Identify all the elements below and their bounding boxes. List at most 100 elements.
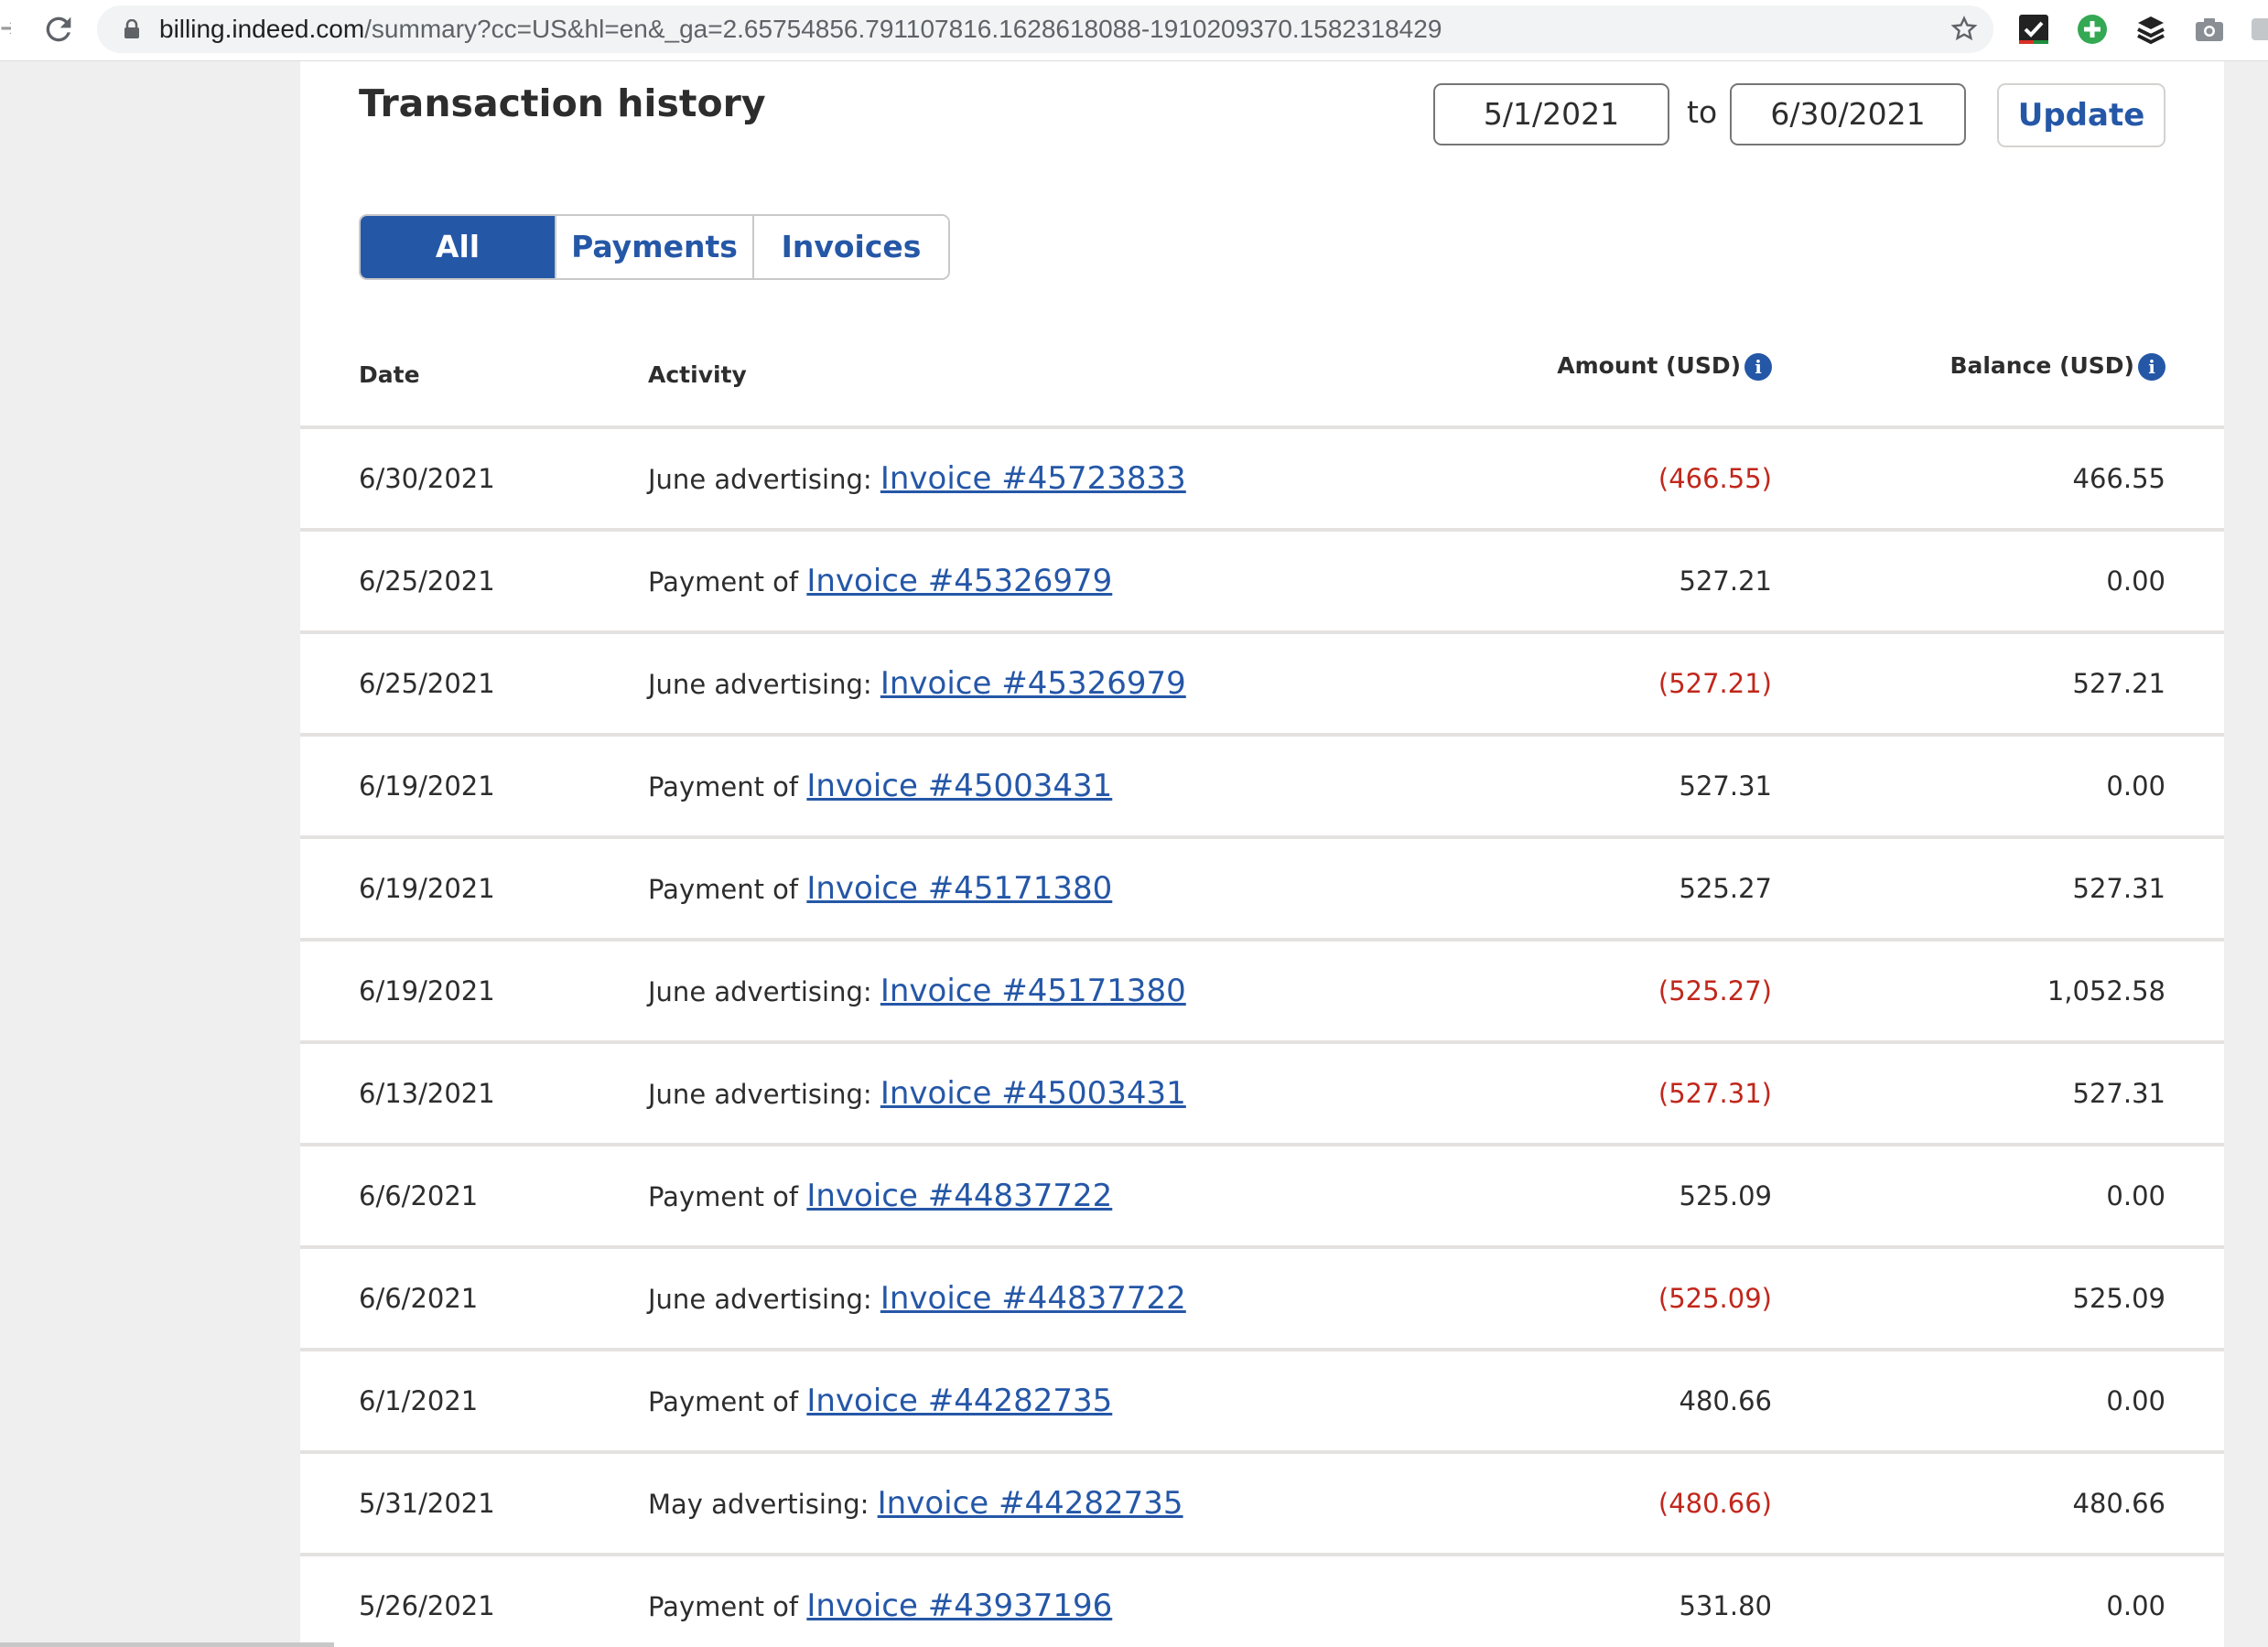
activity-description: May advertising:: [648, 1489, 869, 1520]
transaction-amount: (466.55): [1658, 463, 1772, 494]
transaction-date: 5/26/2021: [359, 1590, 495, 1621]
browser-toolbar: ➔ billing.indeed.com/summary?cc=US&hl=en…: [0, 0, 2268, 61]
transaction-activity: June advertising: Invoice #45723833: [648, 429, 1186, 528]
transaction-activity: Payment of Invoice #44282735: [648, 1351, 1112, 1450]
info-icon[interactable]: i: [1744, 353, 1772, 381]
column-header-date: Date: [359, 361, 420, 388]
transaction-date: 5/31/2021: [359, 1488, 495, 1519]
checklist-extension-icon[interactable]: [2017, 13, 2050, 46]
table-row: 6/19/2021 Payment of Invoice #45003431 527…: [300, 737, 2224, 839]
bookmark-star-icon[interactable]: [1949, 15, 1979, 44]
tab-all[interactable]: All: [361, 216, 555, 278]
transaction-balance: 0.00: [2106, 1590, 2165, 1621]
horizontal-scrollbar[interactable]: [0, 1642, 334, 1647]
activity-description: June advertising:: [648, 1284, 872, 1315]
invoice-link[interactable]: Invoice #45003431: [806, 768, 1112, 804]
transaction-activity: June advertising: Invoice #45171380: [648, 942, 1186, 1040]
invoice-link[interactable]: Invoice #44837722: [880, 1280, 1186, 1317]
transaction-activity: June advertising: Invoice #44837722: [648, 1249, 1186, 1348]
table-row: 6/25/2021 Payment of Invoice #45326979 527…: [300, 532, 2224, 634]
address-bar[interactable]: billing.indeed.com/summary?cc=US&hl=en&_…: [97, 5, 1993, 53]
transaction-activity: Payment of Invoice #43937196: [648, 1556, 1112, 1647]
column-header-activity: Activity: [648, 361, 747, 388]
transaction-filter-tabs: All Payments Invoices: [359, 214, 950, 280]
transaction-date: 6/19/2021: [359, 770, 495, 802]
invoice-link[interactable]: Invoice #45003431: [880, 1075, 1186, 1112]
lock-icon: [124, 19, 139, 38]
end-date-input[interactable]: 6/30/2021: [1730, 83, 1966, 145]
transaction-activity: Payment of Invoice #45003431: [648, 737, 1112, 835]
transaction-balance: 1,052.58: [2047, 975, 2165, 1006]
invoice-link[interactable]: Invoice #43937196: [806, 1588, 1112, 1624]
info-icon[interactable]: i: [2138, 353, 2165, 381]
transaction-date: 6/25/2021: [359, 565, 495, 597]
transaction-activity: Payment of Invoice #44837722: [648, 1146, 1112, 1245]
table-row: 6/6/2021 Payment of Invoice #44837722 525.…: [300, 1146, 2224, 1249]
transaction-activity: June advertising: Invoice #45003431: [648, 1044, 1186, 1143]
camera-extension-icon[interactable]: [2193, 13, 2226, 46]
activity-description: Payment of: [648, 1386, 799, 1417]
transaction-amount: 527.21: [1679, 565, 1772, 597]
invoice-link[interactable]: Invoice #45171380: [806, 870, 1112, 907]
transaction-balance: 466.55: [2072, 463, 2165, 494]
table-row: 6/19/2021 June advertising: Invoice #4517…: [300, 942, 2224, 1044]
page-title: Transaction history: [359, 81, 766, 125]
invoice-link[interactable]: Invoice #44837722: [806, 1178, 1112, 1214]
column-header-amount-label: Amount (USD): [1557, 352, 1741, 379]
reload-icon[interactable]: [40, 11, 77, 48]
transaction-date: 6/19/2021: [359, 975, 495, 1006]
update-button[interactable]: Update: [1997, 83, 2165, 147]
transaction-activity: June advertising: Invoice #45326979: [648, 634, 1186, 733]
layers-extension-icon[interactable]: [2134, 13, 2167, 46]
column-header-balance: Balance (USD) i: [1949, 352, 2165, 381]
add-extension-icon[interactable]: [2076, 13, 2109, 46]
activity-description: Payment of: [648, 1181, 799, 1212]
transaction-balance: 480.66: [2072, 1488, 2165, 1519]
transaction-amount: (527.31): [1658, 1078, 1772, 1109]
forward-arrow-icon[interactable]: ➔: [0, 15, 11, 42]
transaction-date: 6/6/2021: [359, 1283, 479, 1314]
transaction-balance: 0.00: [2106, 1180, 2165, 1211]
table-row: 6/25/2021 June advertising: Invoice #4532…: [300, 634, 2224, 737]
activity-description: June advertising:: [648, 1079, 872, 1110]
table-row: 5/31/2021 May advertising: Invoice #44282…: [300, 1454, 2224, 1556]
transaction-amount: (525.27): [1658, 975, 1772, 1006]
activity-description: Payment of: [648, 566, 799, 597]
activity-description: Payment of: [648, 874, 799, 905]
activity-description: June advertising:: [648, 976, 872, 1007]
table-row: 6/19/2021 Payment of Invoice #45171380 525…: [300, 839, 2224, 942]
start-date-input[interactable]: 5/1/2021: [1433, 83, 1669, 145]
invoice-link[interactable]: Invoice #44282735: [878, 1485, 1183, 1522]
transaction-date: 6/19/2021: [359, 873, 495, 904]
transaction-activity: Payment of Invoice #45171380: [648, 839, 1112, 938]
invoice-link[interactable]: Invoice #45326979: [880, 665, 1186, 702]
transaction-amount: 525.09: [1679, 1180, 1772, 1211]
transaction-date: 6/13/2021: [359, 1078, 495, 1109]
date-range-separator: to: [1687, 94, 1718, 130]
transaction-date: 6/6/2021: [359, 1180, 479, 1211]
table-row: 6/13/2021 June advertising: Invoice #4500…: [300, 1044, 2224, 1146]
column-header-balance-label: Balance (USD): [1949, 352, 2134, 379]
transaction-balance: 527.31: [2072, 1078, 2165, 1109]
tab-payments[interactable]: Payments: [555, 216, 752, 278]
transaction-balance: 527.31: [2072, 873, 2165, 904]
tab-invoices[interactable]: Invoices: [752, 216, 948, 278]
url-text: billing.indeed.com/summary?cc=US&hl=en&_…: [159, 15, 1442, 43]
activity-description: June advertising:: [648, 669, 872, 700]
activity-description: June advertising:: [648, 464, 872, 495]
invoice-link[interactable]: Invoice #45171380: [880, 973, 1186, 1009]
invoice-link[interactable]: Invoice #45326979: [806, 563, 1112, 599]
transaction-date: 6/1/2021: [359, 1385, 479, 1416]
activity-description: Payment of: [648, 1591, 799, 1622]
extensions-overflow-icon[interactable]: [2250, 13, 2268, 46]
transaction-date: 6/25/2021: [359, 668, 495, 699]
table-row: 5/26/2021 Payment of Invoice #43937196 531…: [300, 1556, 2224, 1647]
transaction-amount: (527.21): [1658, 668, 1772, 699]
transaction-date: 6/30/2021: [359, 463, 495, 494]
invoice-link[interactable]: Invoice #44282735: [806, 1383, 1112, 1419]
transaction-amount: 531.80: [1679, 1590, 1772, 1621]
transaction-balance: 0.00: [2106, 1385, 2165, 1416]
invoice-link[interactable]: Invoice #45723833: [880, 460, 1186, 497]
table-row: 6/1/2021 Payment of Invoice #44282735 480.…: [300, 1351, 2224, 1454]
transactions-table-body: 6/30/2021 June advertising: Invoice #4572…: [300, 429, 2224, 1647]
